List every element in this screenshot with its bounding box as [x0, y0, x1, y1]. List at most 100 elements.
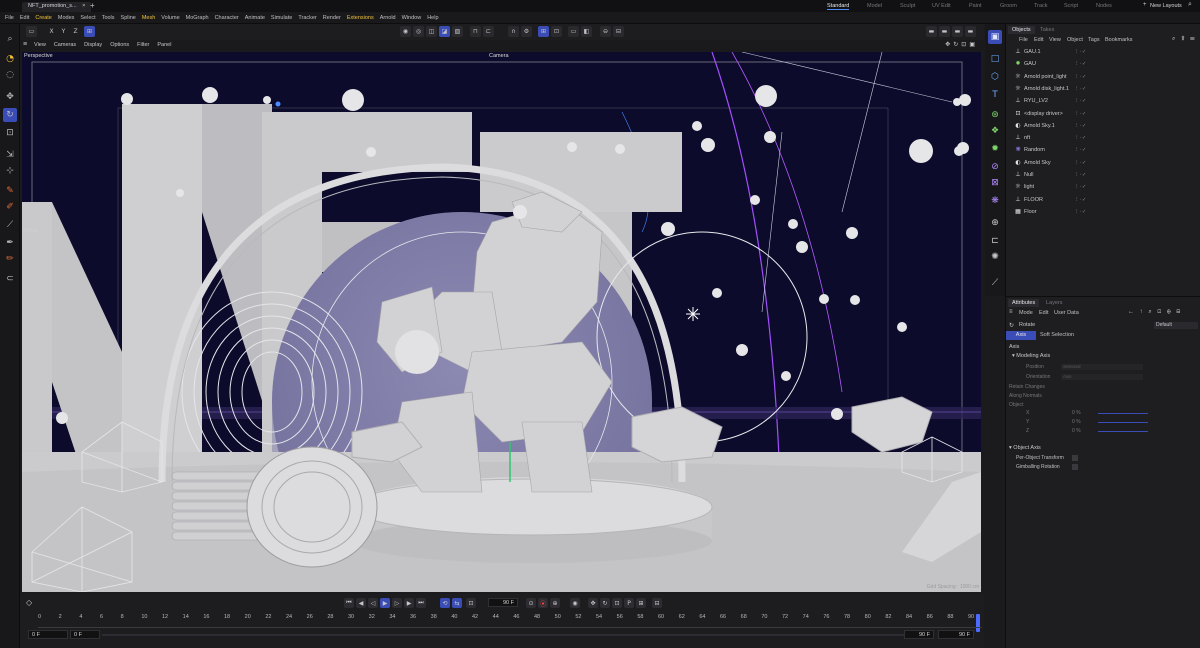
- scale-tool-icon[interactable]: ⊡: [3, 126, 17, 140]
- picture-viewer-icon[interactable]: ⊟: [613, 26, 624, 37]
- menu-modes[interactable]: Modes: [55, 12, 78, 24]
- go-to-start-icon[interactable]: ⏮: [344, 598, 354, 608]
- layout-nodes[interactable]: Nodes: [1096, 3, 1112, 9]
- move-tool-icon[interactable]: ✥: [3, 90, 17, 104]
- position-dropdown[interactable]: Selected: [1061, 364, 1143, 370]
- add-tab-icon[interactable]: +: [90, 1, 95, 10]
- snap-settings-icon[interactable]: ⚙: [521, 26, 532, 37]
- menu-create[interactable]: Create: [32, 12, 55, 24]
- visibility-flags-icon[interactable]: ⁝ ⸱✓: [1076, 83, 1087, 95]
- previous-frame-icon[interactable]: ◁: [368, 598, 378, 608]
- objects-menu-tags[interactable]: Tags: [1088, 37, 1100, 43]
- effector-icon[interactable]: ❋: [988, 194, 1002, 208]
- object-row[interactable]: ❋ Random ⁝ ⸱✓: [1010, 144, 1196, 156]
- key-icon[interactable]: ⊕: [550, 598, 560, 608]
- object-row[interactable]: ✹ GAU ⁝ ⸱✓: [1010, 58, 1196, 70]
- sculpt-tool-icon[interactable]: ✏: [3, 252, 17, 266]
- primitive-icon[interactable]: ⬡: [988, 70, 1002, 84]
- param-key-icon[interactable]: P: [624, 598, 634, 608]
- axis-value-field[interactable]: 0 %: [1072, 428, 1081, 434]
- layout-groom[interactable]: Groom: [1000, 3, 1017, 9]
- menu-character[interactable]: Character: [212, 12, 242, 24]
- gimballing-rotation-checkbox[interactable]: [1072, 464, 1078, 470]
- menu-extensions[interactable]: Extensions: [344, 12, 377, 24]
- preview-end-field[interactable]: 90 F: [904, 630, 934, 639]
- object-row[interactable]: ⊥ Null ⁝ ⸱✓: [1010, 169, 1196, 181]
- viewport-controls-icon[interactable]: ✥↻⊡▣: [945, 41, 978, 48]
- point-mode-icon[interactable]: ◫: [426, 26, 437, 37]
- transform-tool-icon[interactable]: ⇲: [3, 148, 17, 162]
- axis-slider[interactable]: [1098, 413, 1148, 414]
- end-frame-field[interactable]: 90 F: [938, 630, 974, 639]
- attributes-menu-icon[interactable]: ≡: [1009, 309, 1013, 315]
- search-icon[interactable]: ⌕: [1188, 1, 1192, 9]
- menu-spline[interactable]: Spline: [118, 12, 139, 24]
- fps-icon[interactable]: ⊡: [466, 598, 476, 608]
- tab-layers[interactable]: Layers: [1042, 299, 1067, 307]
- next-frame-icon[interactable]: ▷: [392, 598, 402, 608]
- axis-slider[interactable]: [1098, 431, 1148, 432]
- menu-file[interactable]: File: [2, 12, 17, 24]
- close-icon[interactable]: ×: [82, 3, 85, 9]
- search-icon[interactable]: ⌕: [3, 32, 17, 46]
- menu-select[interactable]: Select: [77, 12, 98, 24]
- objects-menu-view[interactable]: View: [1049, 37, 1061, 43]
- object-row[interactable]: ▦ Floor ⁝ ⸱✓: [1010, 206, 1196, 218]
- cube-icon[interactable]: □: [988, 52, 1002, 66]
- viewport-menu-cameras[interactable]: Cameras: [54, 42, 76, 48]
- visibility-flags-icon[interactable]: ⁝ ⸱✓: [1076, 169, 1087, 181]
- menu-mograph[interactable]: MoGraph: [183, 12, 212, 24]
- render-queue-icon[interactable]: ▬: [965, 26, 976, 37]
- axis-y-button[interactable]: Y: [58, 26, 69, 37]
- object-row[interactable]: ⊥ FLOOR ⁝ ⸱✓: [1010, 194, 1196, 206]
- field-icon[interactable]: ⊠: [988, 176, 1002, 190]
- preview-start-field[interactable]: 0 F: [70, 630, 100, 639]
- axis-value-field[interactable]: 0 %: [1072, 410, 1081, 416]
- objects-menu-object[interactable]: Object: [1067, 37, 1083, 43]
- 3d-viewport[interactable]: Perspective Camera Arbour Grid Spacing :…: [22, 52, 981, 592]
- pla-key-icon[interactable]: ⊞: [636, 598, 646, 608]
- tab-takes[interactable]: Takes: [1036, 26, 1058, 34]
- model-mode-icon[interactable]: ◉: [400, 26, 411, 37]
- viewport-menu-panel[interactable]: Panel: [157, 42, 171, 48]
- object-row[interactable]: ⊥ GAU.1 ⁝ ⸱✓: [1010, 46, 1196, 58]
- save-layout-icon[interactable]: ▬: [926, 26, 937, 37]
- coordinate-system-icon[interactable]: ⊞: [84, 26, 95, 37]
- viewport-menu-display[interactable]: Display: [84, 42, 102, 48]
- attr-menu-edit[interactable]: Edit: [1039, 310, 1048, 316]
- grid-icon[interactable]: ⊡: [551, 26, 562, 37]
- cloner-icon[interactable]: ✹: [988, 142, 1002, 156]
- menu-tracker[interactable]: Tracker: [295, 12, 319, 24]
- visibility-flags-icon[interactable]: ⁝ ⸱✓: [1076, 108, 1087, 120]
- visibility-flags-icon[interactable]: ⁝ ⸱✓: [1076, 181, 1087, 193]
- object-row[interactable]: ◐ Arnold Sky ⁝ ⸱✓: [1010, 157, 1196, 169]
- layout-standard[interactable]: Standard: [827, 3, 850, 10]
- keyframe-diamond-icon[interactable]: ◇: [26, 598, 32, 607]
- per-object-transform-checkbox[interactable]: [1072, 455, 1078, 461]
- attr-nav-icon[interactable]: ← ↑ ⌕ ⊡ ⊕ ⊟: [1128, 309, 1182, 316]
- rotate-tool-icon[interactable]: ↻: [3, 108, 17, 122]
- visibility-flags-icon[interactable]: ⁝ ⸱✓: [1076, 157, 1087, 169]
- brush-tool-icon[interactable]: ✐: [3, 200, 17, 214]
- edge-mode-icon[interactable]: ▧: [452, 26, 463, 37]
- paint-tool-icon[interactable]: ✎: [3, 184, 17, 198]
- layout-sculpt[interactable]: Sculpt: [900, 3, 915, 9]
- go-to-end-icon[interactable]: ⏭: [416, 598, 426, 608]
- objects-menu-edit[interactable]: Edit: [1034, 37, 1043, 43]
- menu-mesh[interactable]: Mesh: [139, 12, 158, 24]
- axis-x-button[interactable]: X: [46, 26, 57, 37]
- menu-render[interactable]: Render: [320, 12, 344, 24]
- live-select-icon[interactable]: ◌: [3, 68, 17, 82]
- menu-arnold[interactable]: Arnold: [377, 12, 399, 24]
- axis-z-button[interactable]: Z: [70, 26, 81, 37]
- position-key-icon[interactable]: ✥: [588, 598, 598, 608]
- tab-attributes[interactable]: Attributes: [1008, 299, 1040, 307]
- camera-icon[interactable]: ⊏: [988, 234, 1002, 248]
- timeline-settings-icon[interactable]: ⊟: [652, 598, 662, 608]
- start-frame-field[interactable]: 0 F: [28, 630, 68, 639]
- scene-tools-icon[interactable]: ⟋: [988, 276, 1002, 290]
- visibility-flags-icon[interactable]: ⁝ ⸱✓: [1076, 95, 1087, 107]
- render-icon[interactable]: ▬: [939, 26, 950, 37]
- text-spline-icon[interactable]: T: [988, 88, 1002, 102]
- object-row[interactable]: ◐ Arnold Sky.1 ⁝ ⸱✓: [1010, 120, 1196, 132]
